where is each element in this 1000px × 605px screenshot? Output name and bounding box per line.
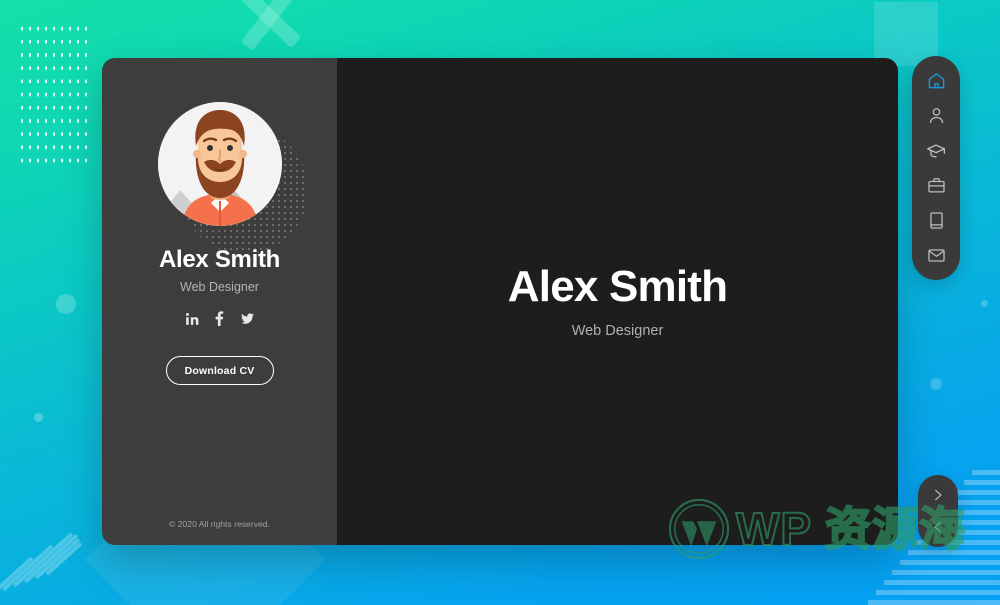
social-link-linkedin[interactable] bbox=[185, 312, 199, 326]
circle-decoration-3 bbox=[930, 378, 942, 390]
user-icon bbox=[929, 108, 943, 124]
social-link-facebook[interactable] bbox=[215, 311, 224, 326]
nav-item-contact[interactable] bbox=[923, 245, 949, 266]
nav-item-home[interactable] bbox=[923, 70, 949, 91]
previous-slide-button[interactable] bbox=[928, 517, 948, 537]
avatar-image bbox=[157, 102, 282, 226]
nav-item-education[interactable] bbox=[923, 140, 949, 161]
next-slide-button[interactable] bbox=[928, 485, 948, 505]
cross-shape-decoration bbox=[237, 0, 308, 56]
chevron-left-icon bbox=[934, 521, 941, 533]
nav-item-about[interactable] bbox=[923, 105, 949, 126]
hero-subtitle: Web Designer bbox=[571, 322, 664, 339]
copyright-text: © 2020 All rights reserved. bbox=[169, 519, 270, 529]
nav-item-work[interactable] bbox=[923, 175, 949, 196]
download-cv-button[interactable]: Download CV bbox=[165, 356, 274, 385]
dot-grid-decoration bbox=[18, 22, 90, 170]
twitter-icon bbox=[240, 312, 254, 324]
linkedin-icon bbox=[185, 312, 198, 325]
social-link-twitter[interactable] bbox=[240, 312, 255, 326]
slide-pager bbox=[918, 475, 958, 547]
circle-decoration-4 bbox=[981, 300, 988, 307]
screenshot-root: Alex Smith Web Designer Download CV © 20… bbox=[0, 0, 1000, 605]
profile-sidebar-panel: Alex Smith Web Designer Download CV © 20… bbox=[102, 58, 337, 545]
profile-card: Alex Smith Web Designer Download CV © 20… bbox=[102, 58, 898, 545]
home-icon bbox=[928, 73, 944, 89]
envelope-icon bbox=[927, 249, 945, 262]
briefcase-icon bbox=[927, 178, 945, 193]
circle-decoration-1 bbox=[56, 294, 76, 314]
main-navigation bbox=[912, 56, 960, 280]
facebook-icon bbox=[215, 311, 223, 326]
avatar-illustration bbox=[157, 102, 282, 226]
profile-role: Web Designer bbox=[180, 280, 259, 294]
book-icon bbox=[929, 212, 943, 229]
nav-item-portfolio[interactable] bbox=[923, 210, 949, 231]
hero-panel: Alex Smith Web Designer bbox=[337, 58, 898, 545]
social-links bbox=[185, 311, 255, 326]
diagonal-lines-decoration bbox=[0, 480, 83, 600]
hero-title: Alex Smith bbox=[507, 262, 728, 312]
circle-decoration-2 bbox=[34, 413, 43, 422]
graduation-cap-icon bbox=[927, 144, 945, 157]
chevron-right-icon bbox=[935, 489, 942, 501]
avatar bbox=[157, 102, 308, 254]
